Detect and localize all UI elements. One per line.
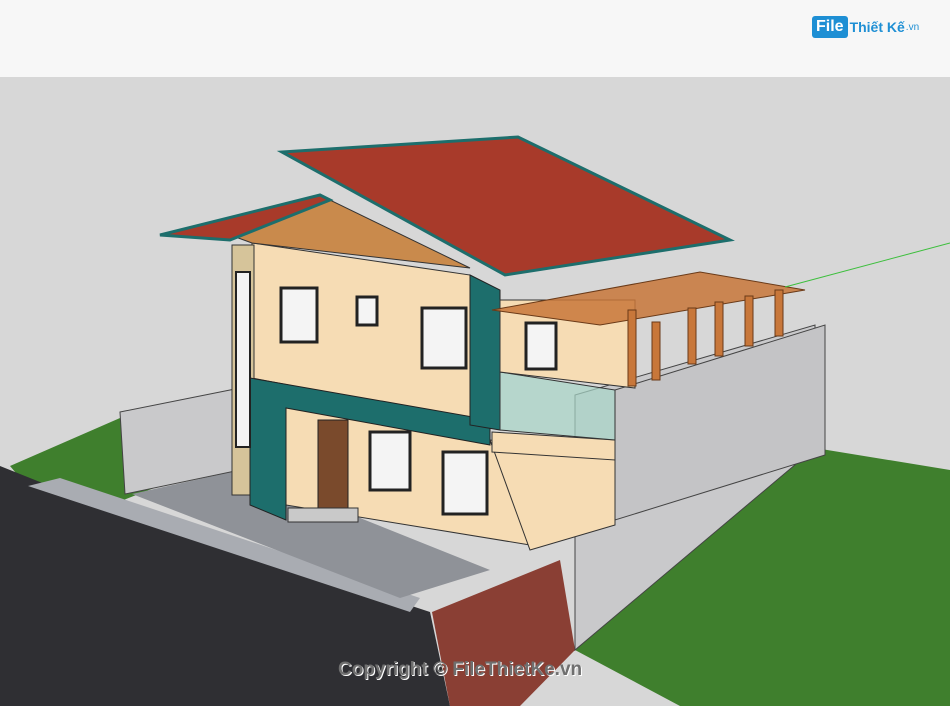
top-header-bar: File Thiết Kế .vn xyxy=(0,0,950,78)
house-model-render xyxy=(0,135,950,706)
window xyxy=(368,430,412,492)
logo-domain-label: .vn xyxy=(905,21,920,33)
window xyxy=(420,306,468,370)
tall-window xyxy=(235,271,251,448)
driveway xyxy=(432,560,575,706)
copyright-watermark: Copyright © FileThietKe.vn xyxy=(338,659,583,680)
window xyxy=(524,321,558,371)
3d-model-viewport[interactable] xyxy=(0,77,950,706)
front-step xyxy=(287,507,359,523)
window xyxy=(355,295,379,327)
front-door xyxy=(317,419,349,519)
teal-pillar xyxy=(469,274,501,431)
logo-file-label: File xyxy=(812,16,848,38)
window xyxy=(441,450,489,516)
window xyxy=(279,286,319,344)
axis-line xyxy=(784,242,950,288)
site-logo[interactable]: File Thiết Kế .vn xyxy=(812,14,919,40)
logo-brand-label: Thiết Kế xyxy=(849,19,905,35)
